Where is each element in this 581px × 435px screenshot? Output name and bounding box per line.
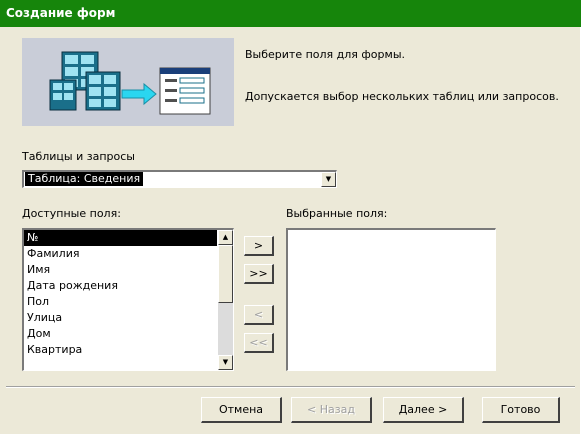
selected-fields-label: Выбранные поля:: [286, 207, 388, 220]
list-item[interactable]: Улица: [24, 310, 217, 326]
form-wizard-dialog: Создание форм Выберите поля для формы. Д…: [0, 0, 581, 435]
wizard-illustration: [22, 38, 234, 126]
dialog-titlebar: Создание форм: [0, 0, 581, 27]
scroll-thumb[interactable]: [218, 245, 233, 303]
list-item[interactable]: Квартира: [24, 342, 217, 358]
dialog-title: Создание форм: [6, 6, 116, 20]
scroll-up-icon[interactable]: ▲: [218, 230, 233, 245]
instruction-text: Выберите поля для формы.: [245, 48, 405, 61]
list-item[interactable]: Дата рождения: [24, 278, 217, 294]
tables-to-form-icon: [49, 51, 211, 115]
tables-label: Таблицы и запросы: [22, 150, 135, 163]
finish-button[interactable]: Готово: [482, 397, 560, 423]
next-button[interactable]: Далее >: [383, 397, 464, 423]
remove-all-fields-button[interactable]: <<: [244, 333, 274, 353]
list-item[interactable]: №: [24, 230, 217, 246]
list-item[interactable]: Фамилия: [24, 246, 217, 262]
back-button[interactable]: < Назад: [291, 397, 372, 423]
tables-combobox-value: Таблица: Сведения: [25, 172, 144, 186]
button-separator: [6, 386, 575, 388]
chevron-down-icon[interactable]: ▼: [321, 172, 336, 187]
add-all-fields-button[interactable]: >>: [244, 264, 274, 284]
scroll-down-icon[interactable]: ▼: [218, 355, 233, 370]
add-field-button[interactable]: >: [244, 236, 274, 256]
available-fields-label: Доступные поля:: [22, 207, 121, 220]
hint-text: Допускается выбор нескольких таблиц или …: [245, 90, 559, 103]
tables-combobox[interactable]: Таблица: Сведения ▼: [22, 170, 337, 188]
remove-field-button[interactable]: <: [244, 305, 274, 325]
list-item[interactable]: Имя: [24, 262, 217, 278]
vertical-scrollbar[interactable]: ▲ ▼: [218, 230, 233, 370]
available-fields-list[interactable]: № Фамилия Имя Дата рождения Пол Улица До…: [22, 228, 234, 371]
list-item[interactable]: Пол: [24, 294, 217, 310]
list-item[interactable]: Дом: [24, 326, 217, 342]
selected-fields-list[interactable]: [286, 228, 496, 371]
cancel-button[interactable]: Отмена: [201, 397, 282, 423]
